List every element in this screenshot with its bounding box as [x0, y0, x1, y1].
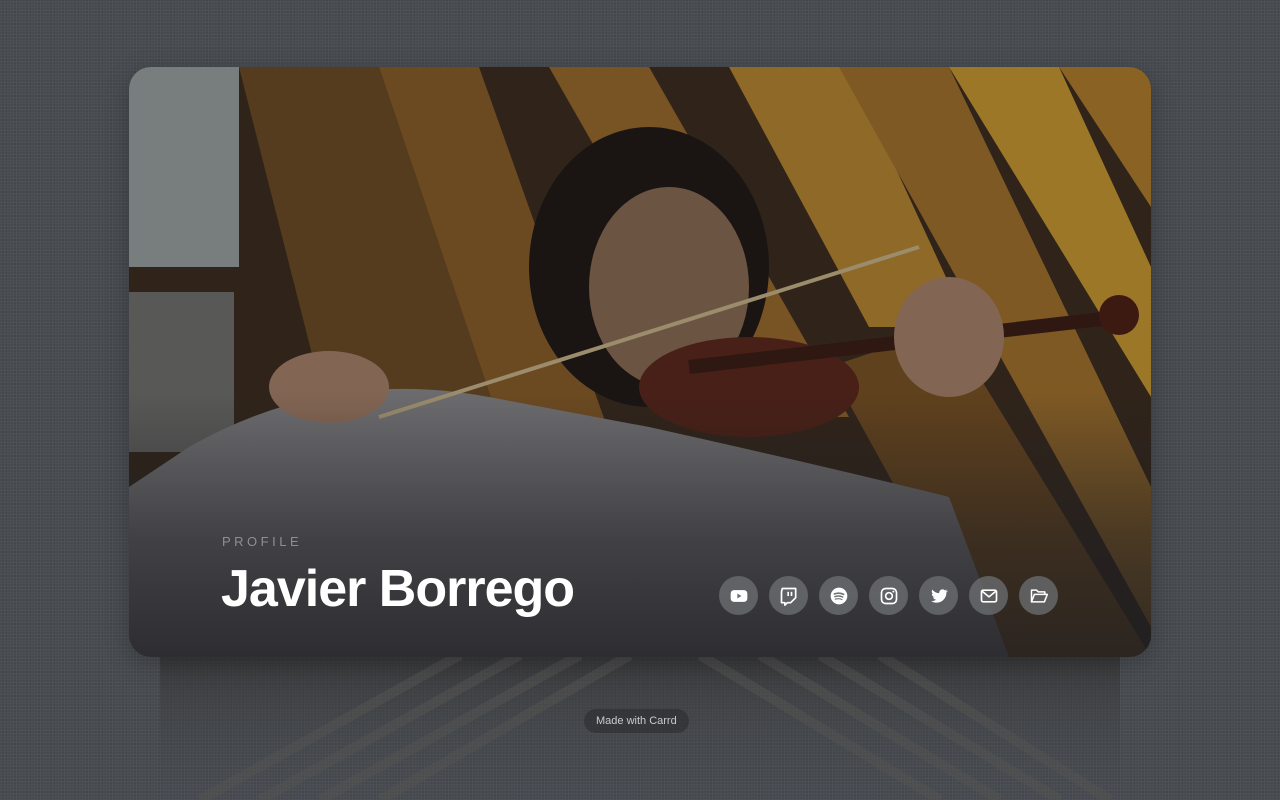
profile-name: Javier Borrego	[221, 560, 575, 618]
email-button[interactable]	[969, 576, 1008, 615]
twitch-icon	[780, 587, 796, 606]
social-links	[719, 576, 1058, 615]
twitch-button[interactable]	[769, 576, 808, 615]
made-with-carrd-link[interactable]: Made with Carrd	[584, 709, 689, 733]
folder-open-icon	[1030, 588, 1048, 603]
youtube-icon	[730, 589, 747, 602]
instagram-icon	[880, 587, 897, 604]
profile-card: PROFILE Javier Borrego	[129, 67, 1151, 657]
instagram-button[interactable]	[869, 576, 908, 615]
spotify-button[interactable]	[819, 576, 858, 615]
profile-eyebrow: PROFILE	[222, 534, 303, 549]
twitter-icon	[930, 588, 948, 603]
mail-icon	[980, 588, 997, 603]
youtube-button[interactable]	[719, 576, 758, 615]
spotify-icon	[830, 587, 847, 604]
folder-button[interactable]	[1019, 576, 1058, 615]
twitter-button[interactable]	[919, 576, 958, 615]
